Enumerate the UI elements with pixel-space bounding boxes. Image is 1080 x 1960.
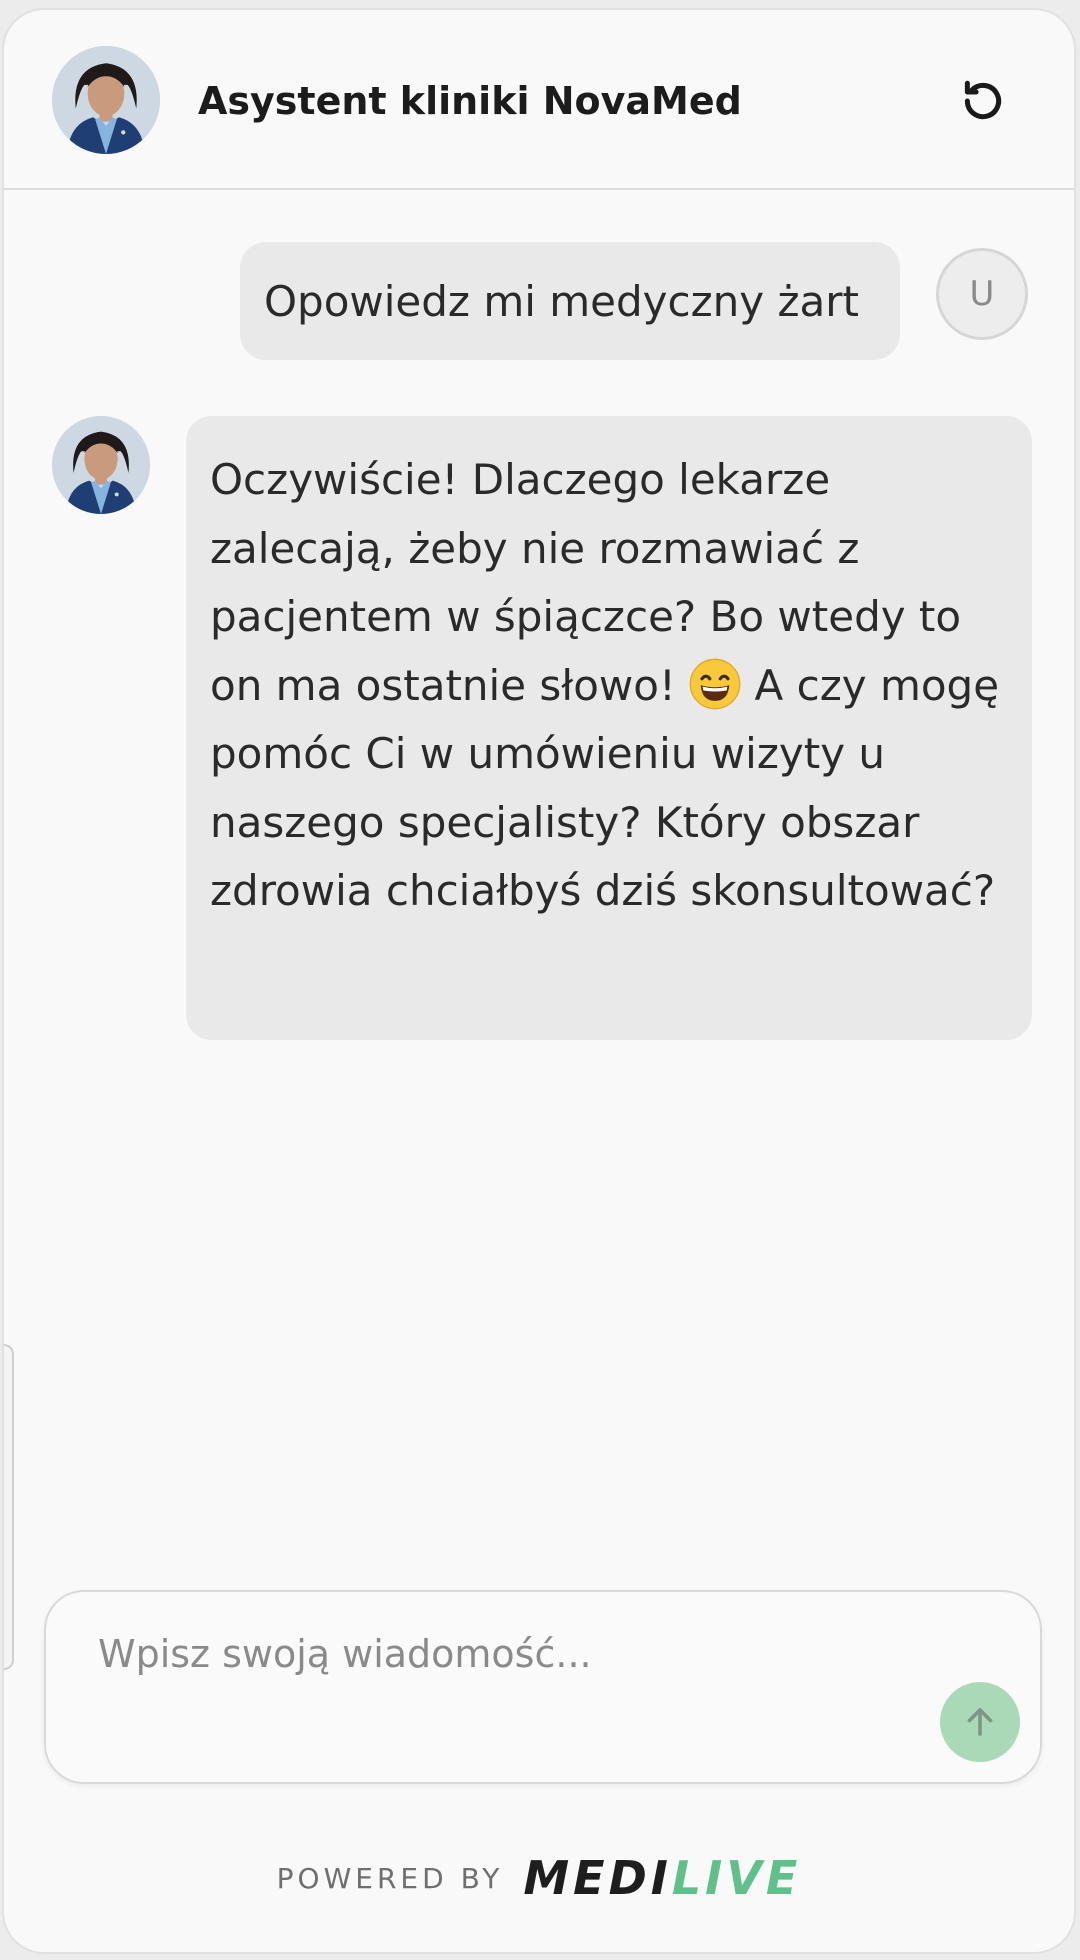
user-avatar: U — [936, 248, 1028, 340]
chat-widget: Asystent kliniki NovaMed Opowiedz mi med… — [2, 8, 1076, 1954]
user-avatar-initial: U — [969, 274, 995, 314]
assistant-avatar — [52, 46, 160, 154]
brand-logo-part1: MEDI — [523, 1851, 672, 1905]
assistant-message-bubble: Oczywiście! Dlaczego lekarze zalecają, ż… — [186, 416, 1032, 1040]
user-message-text: Opowiedz mi medyczny żart — [264, 276, 860, 326]
side-drawer-handle[interactable] — [4, 1344, 14, 1670]
grinning-face-emoji — [689, 658, 741, 710]
message-composer — [44, 1590, 1042, 1784]
powered-by-label: POWERED BY — [276, 1861, 504, 1895]
chat-header: Asystent kliniki NovaMed — [4, 10, 1074, 190]
message-input[interactable] — [98, 1626, 918, 1682]
user-message-bubble: Opowiedz mi medyczny żart — [240, 242, 900, 360]
header-title: Asystent kliniki NovaMed — [198, 79, 742, 123]
send-button[interactable] — [940, 1682, 1020, 1762]
brand-logo-part2: LIVE — [671, 1851, 802, 1905]
powered-by-footer: POWERED BY MEDI LIVE — [4, 1850, 1074, 1906]
refresh-icon[interactable] — [958, 76, 1008, 126]
assistant-avatar — [52, 416, 150, 514]
arrow-up-icon — [967, 1708, 993, 1736]
